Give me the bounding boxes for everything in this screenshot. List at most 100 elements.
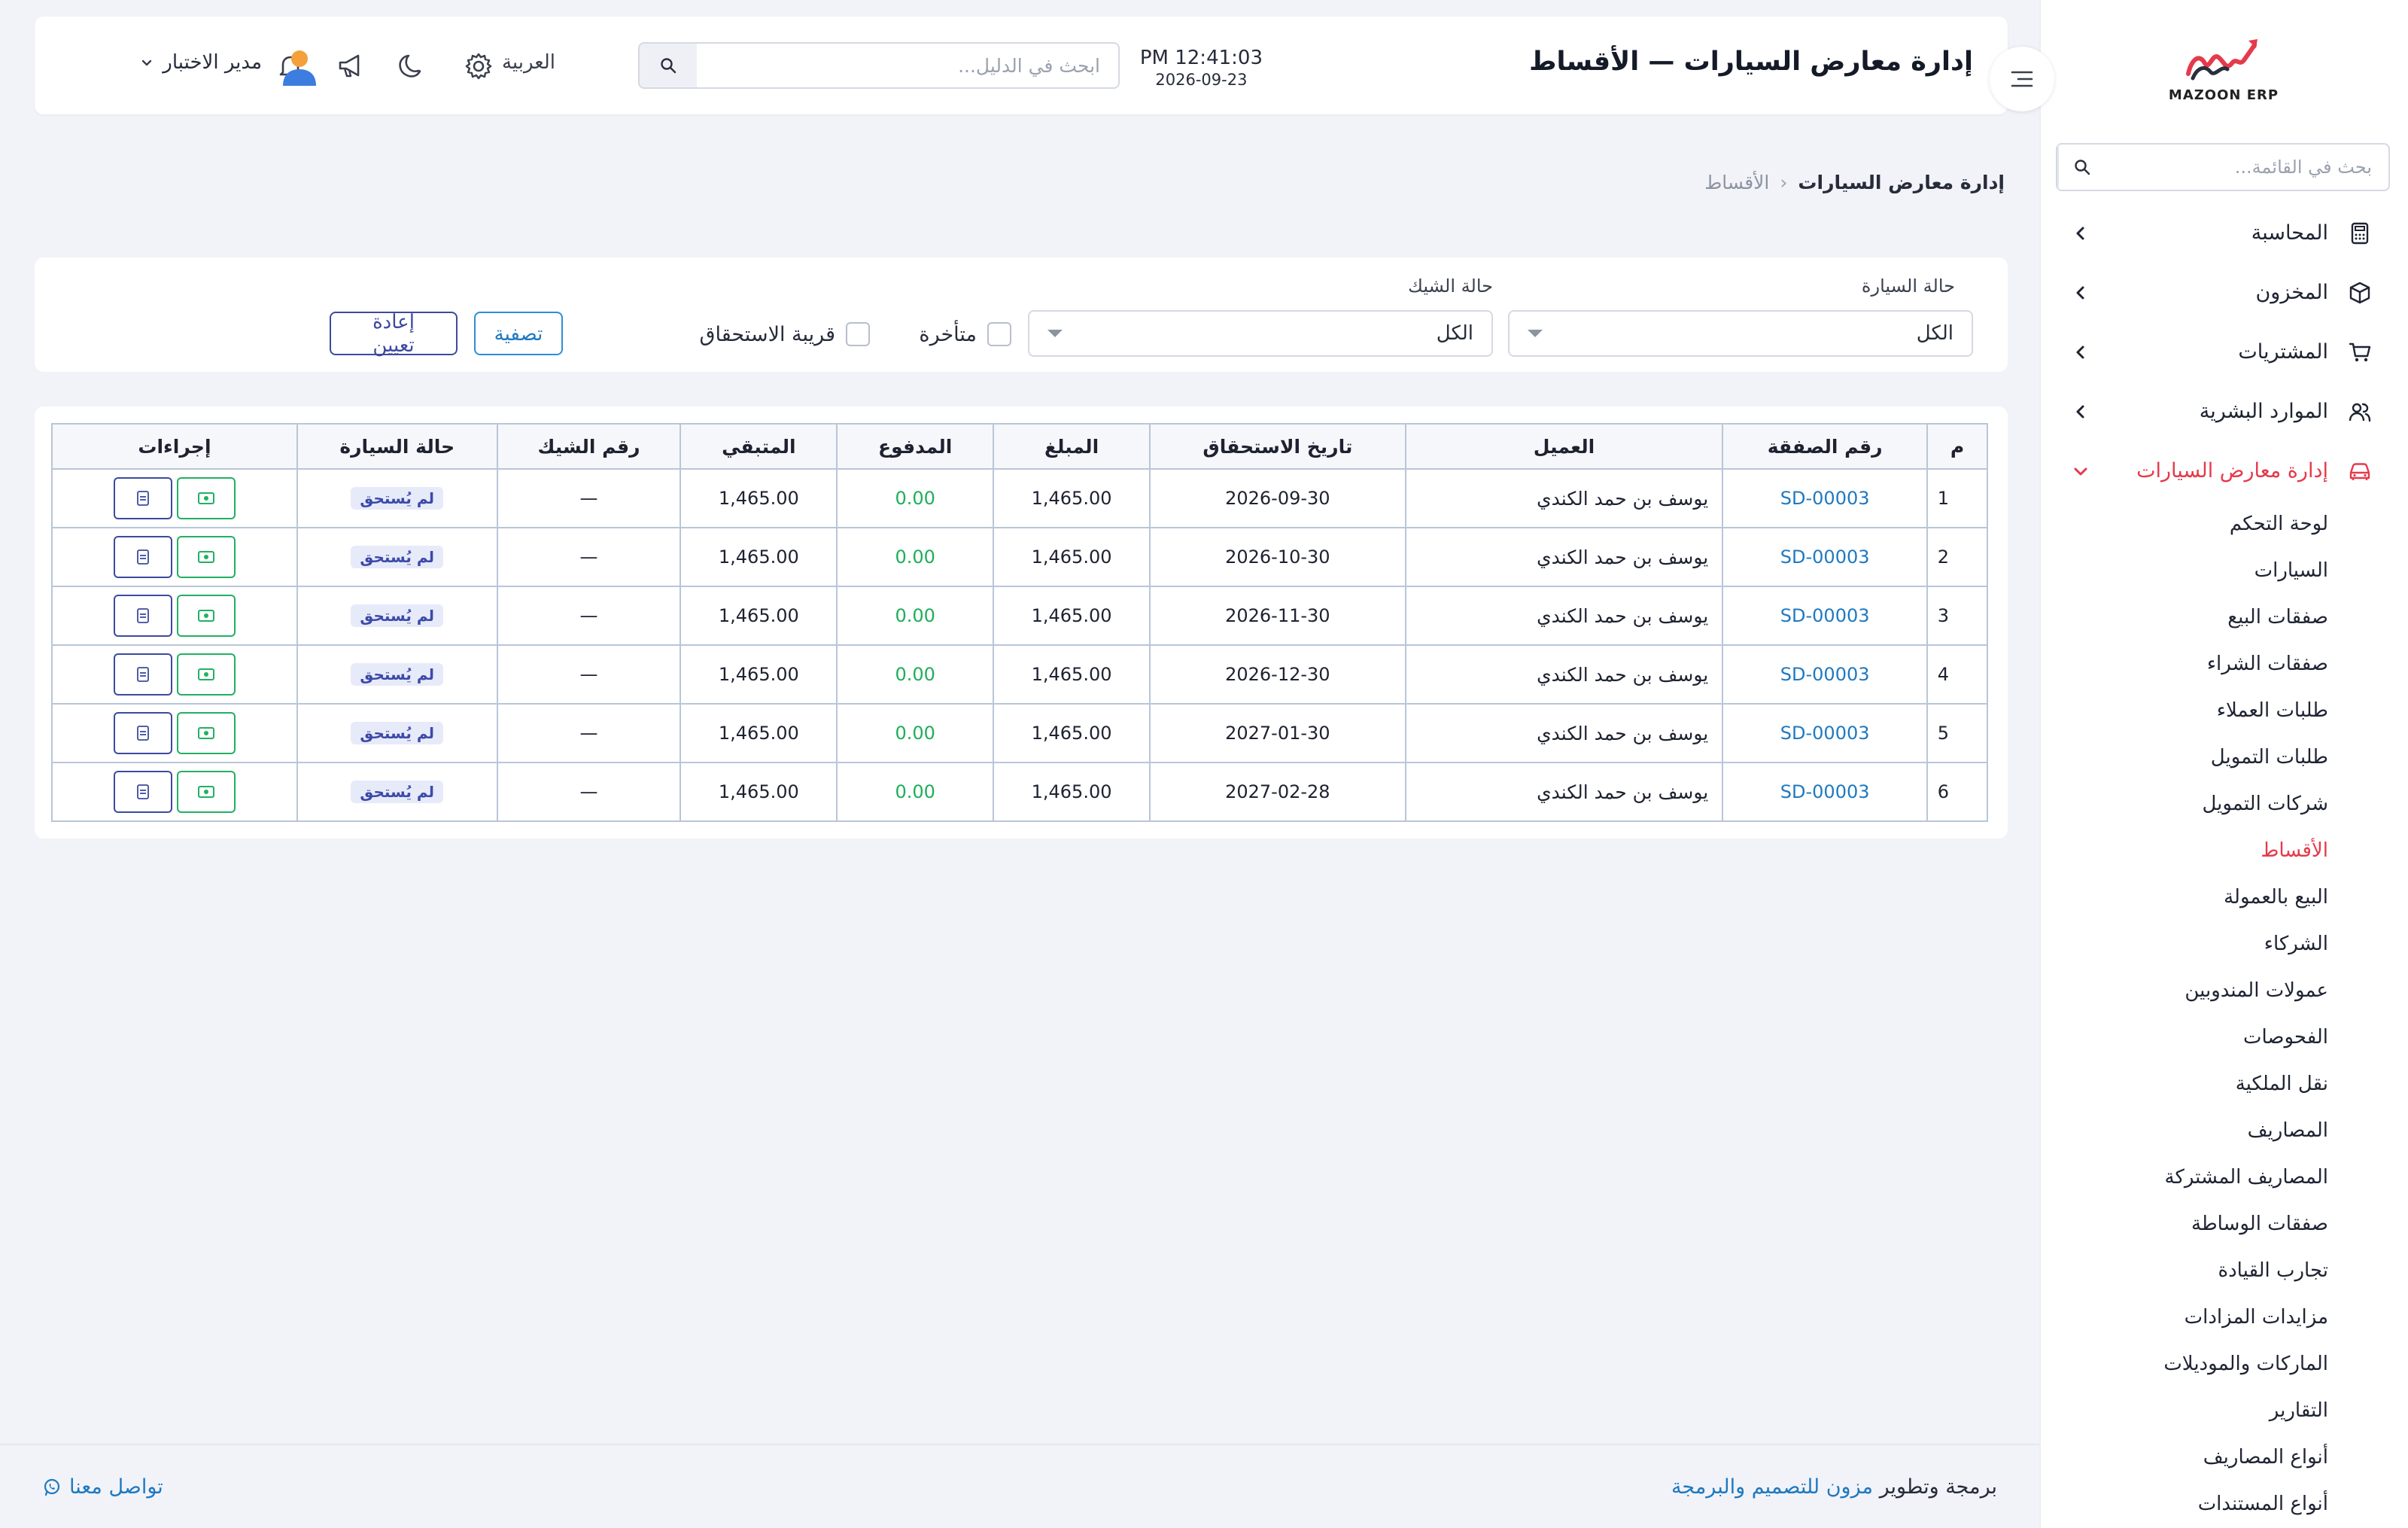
status-badge: لم يُستحق xyxy=(351,604,444,627)
cell-deal-link[interactable]: SD-00003 xyxy=(1722,762,1929,822)
submenu-item-ownership-transfer[interactable]: نقل الملكية xyxy=(2041,1061,2328,1107)
submenu-item-shared-expenses[interactable]: المصاريف المشتركة xyxy=(2041,1154,2329,1201)
pay-button[interactable] xyxy=(176,536,236,578)
installments-table: م رقم الصفقة العميل تاريخ الاستحقاق المب… xyxy=(51,423,1988,822)
col-header-car-status[interactable]: حالة السيارة xyxy=(296,423,498,470)
cell-check-number: — xyxy=(496,703,682,763)
submenu-item-dashboard[interactable]: لوحة التحكم xyxy=(2041,501,2328,547)
submenu-item-brands-models[interactable]: الماركات والموديلات xyxy=(2041,1341,2328,1387)
megaphone-icon[interactable] xyxy=(334,50,367,83)
car-icon xyxy=(2345,456,2375,486)
breadcrumb-parent[interactable]: إدارة معارض السيارات xyxy=(1798,172,2005,193)
pay-button[interactable] xyxy=(176,653,236,696)
user-menu[interactable]: مدير الاختبار xyxy=(138,51,262,74)
sidebar-item-label: المحاسبة xyxy=(2251,221,2328,245)
sidebar-menu: المحاسبة المخزون المشتريات الموارد البشر… xyxy=(2041,203,2408,1527)
reset-button[interactable]: إعادة تعيين xyxy=(330,310,458,356)
col-header-check-number[interactable]: رقم الشيك xyxy=(496,423,682,470)
cell-due-date: 2027-01-30 xyxy=(1148,703,1406,763)
search-icon[interactable] xyxy=(2057,145,2105,190)
submenu-item-financing-requests[interactable]: طلبات التمويل xyxy=(2041,734,2328,781)
view-button[interactable] xyxy=(113,536,172,578)
chevron-left-icon xyxy=(2069,222,2092,245)
submenu-item-reports[interactable]: التقارير xyxy=(2041,1387,2328,1434)
view-button[interactable] xyxy=(113,712,172,754)
submenu-item-installments[interactable]: الأقساط xyxy=(2041,827,2328,874)
chevron-left-icon xyxy=(2069,282,2092,304)
view-button[interactable] xyxy=(113,595,172,637)
cell-num: 1 xyxy=(1926,468,1988,528)
col-header-amount[interactable]: المبلغ xyxy=(993,423,1151,470)
col-header-client[interactable]: العميل xyxy=(1404,423,1724,470)
submenu-item-agent-commissions[interactable]: عمولات المندوبين xyxy=(2041,967,2328,1014)
submenu-item-financing-companies[interactable]: شركات التمويل xyxy=(2041,781,2328,827)
col-header-paid[interactable]: المدفوع xyxy=(836,423,995,470)
brand-logo[interactable]: MAZOON ERP xyxy=(2167,30,2280,105)
cell-remaining: 1,465.00 xyxy=(680,703,838,763)
submenu-item-cars[interactable]: السيارات xyxy=(2041,547,2328,594)
overdue-checkbox[interactable]: متأخرة xyxy=(919,322,1011,346)
submenu-item-sale-deals[interactable]: صفقات البيع xyxy=(2041,594,2328,641)
submenu-item-inspections[interactable]: الفحوصات xyxy=(2041,1014,2328,1061)
view-button[interactable] xyxy=(113,771,172,813)
search-button[interactable] xyxy=(640,44,697,87)
directory-search[interactable]: ابحث في الدليل... xyxy=(638,42,1120,89)
pay-button[interactable] xyxy=(176,771,236,813)
credit-link[interactable]: مزون للتصميم والبرمجة xyxy=(1671,1475,1873,1499)
col-header-deal[interactable]: رقم الصفقة xyxy=(1722,423,1929,470)
submenu-item-consignment-sale[interactable]: البيع بالعمولة xyxy=(2041,874,2328,921)
car-showrooms-submenu: لوحة التحكم السيارات صفقات البيع صفقات ا… xyxy=(2041,501,2408,1527)
view-button[interactable] xyxy=(113,653,172,696)
sidebar-item-inventory[interactable]: المخزون xyxy=(2041,263,2408,322)
cell-deal-link[interactable]: SD-00003 xyxy=(1722,703,1929,763)
submenu-item-customer-requests[interactable]: طلبات العملاء xyxy=(2041,687,2328,734)
due-soon-checkbox[interactable]: قريبة الاستحقاق xyxy=(700,322,870,346)
contact-link[interactable]: تواصل معنا xyxy=(42,1475,163,1499)
sidebar-item-purchases[interactable]: المشتريات xyxy=(2041,322,2408,382)
pay-button[interactable] xyxy=(176,477,236,519)
sidebar-item-hr[interactable]: الموارد البشرية xyxy=(2041,382,2408,441)
checkbox-box[interactable] xyxy=(987,322,1011,346)
cell-amount: 1,465.00 xyxy=(993,703,1151,763)
col-header-remaining[interactable]: المتبقي xyxy=(680,423,838,470)
language-switcher[interactable]: العربية xyxy=(502,51,555,74)
check-status-select[interactable]: الكل xyxy=(1028,310,1493,357)
gear-icon[interactable] xyxy=(462,50,495,83)
submenu-item-expenses[interactable]: المصاريف xyxy=(2041,1107,2328,1154)
breadcrumb-separator: ‹ xyxy=(1780,172,1788,193)
submenu-item-purchase-deals[interactable]: صفقات الشراء xyxy=(2041,641,2328,687)
pay-button[interactable] xyxy=(176,595,236,637)
cell-deal-link[interactable]: SD-00003 xyxy=(1722,468,1929,528)
moon-icon[interactable] xyxy=(394,50,427,83)
cell-remaining: 1,465.00 xyxy=(680,468,838,528)
view-button[interactable] xyxy=(113,477,172,519)
document-icon xyxy=(137,608,149,623)
avatar[interactable] xyxy=(277,44,322,89)
sidebar-item-accounting[interactable]: المحاسبة xyxy=(2041,203,2408,263)
checkbox-box[interactable] xyxy=(846,322,870,346)
sidebar-item-label: المشتريات xyxy=(2238,340,2328,364)
filter-button[interactable]: تصفية xyxy=(474,312,563,355)
submenu-item-test-drives[interactable]: تجارب القيادة xyxy=(2041,1247,2328,1294)
submenu-item-auction-bids[interactable]: مزايدات المزادات xyxy=(2041,1294,2328,1341)
cell-paid: 0.00 xyxy=(836,527,995,587)
sidebar-search-input[interactable]: بحث في القائمة... xyxy=(2105,157,2388,178)
cell-remaining: 1,465.00 xyxy=(680,644,838,705)
submenu-item-document-types[interactable]: أنواع المستندات xyxy=(2041,1481,2328,1527)
pay-button[interactable] xyxy=(176,712,236,754)
cell-deal-link[interactable]: SD-00003 xyxy=(1722,527,1929,587)
submenu-item-expense-types[interactable]: أنواع المصاريف xyxy=(2041,1434,2328,1481)
sidebar-toggle-button[interactable] xyxy=(1990,47,2054,111)
car-status-select[interactable]: الكل xyxy=(1508,310,1973,357)
col-header-num[interactable]: م xyxy=(1926,423,1988,470)
cell-client: يوسف بن حمد الكندي xyxy=(1404,586,1724,646)
sidebar-search[interactable]: بحث في القائمة... xyxy=(2056,143,2390,191)
directory-search-input[interactable]: ابحث في الدليل... xyxy=(697,55,1118,77)
cell-deal-link[interactable]: SD-00003 xyxy=(1722,644,1929,705)
submenu-item-brokerage-deals[interactable]: صفقات الوساطة xyxy=(2041,1201,2328,1247)
sidebar-item-car-showrooms[interactable]: إدارة معارض السيارات xyxy=(2041,441,2408,501)
col-header-due-date[interactable]: تاريخ الاستحقاق xyxy=(1148,423,1406,470)
submenu-item-partners[interactable]: الشركاء xyxy=(2041,921,2328,967)
cell-actions xyxy=(51,586,298,646)
cell-deal-link[interactable]: SD-00003 xyxy=(1722,586,1929,646)
